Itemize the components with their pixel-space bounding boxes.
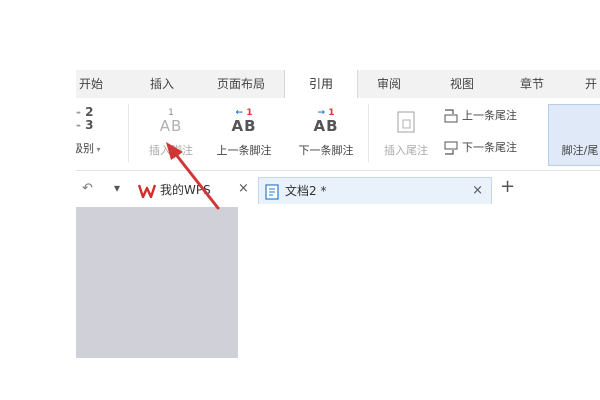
footnote-endnote-button[interactable]: 脚注/尾 [550, 98, 600, 170]
tab-my-wps-label: 我的WPS [160, 183, 211, 197]
prev-footnote-icon: ← 1 AB [231, 108, 257, 135]
document-icon [265, 183, 279, 200]
next-footnote-label: 下一条脚注 [298, 144, 354, 157]
footnote-endnote-icon [550, 108, 600, 136]
tab-page-layout[interactable]: 页面布局 [201, 70, 281, 98]
prev-endnote-button[interactable]: 上一条尾注 [444, 106, 517, 126]
level-icon: - 2 - 3 [76, 105, 94, 132]
next-footnote-icon: → 1 AB [313, 108, 339, 135]
prev-endnote-icon [444, 109, 458, 123]
insert-endnote-button[interactable]: 插入尾注 [374, 98, 438, 170]
insert-footnote-button[interactable]: 1 AB 插入脚注 [136, 98, 206, 170]
menu-tab-bar: 开始 插入 页面布局 引用 审阅 视图 章节 开 [76, 70, 600, 98]
close-icon[interactable]: × [472, 178, 483, 204]
ribbon: - 2 - 3 级别 ▾ 1 AB 插入脚注 ← 1 AB 上一条脚注 → 1 … [76, 98, 600, 171]
tab-view[interactable]: 视图 [434, 70, 490, 98]
tab-references[interactable]: 引用 [284, 70, 358, 98]
next-endnote-button[interactable]: 下一条尾注 [444, 138, 517, 158]
back-icon[interactable]: ↶ [82, 181, 93, 196]
next-footnote-button[interactable]: → 1 AB 下一条脚注 [290, 98, 362, 170]
prev-footnote-label: 上一条脚注 [216, 144, 272, 157]
tab-chapter[interactable]: 章节 [504, 70, 560, 98]
document-tab-bar: ↶ ▾ 我的WPS × 文档2 * × + [76, 171, 600, 207]
tab-my-wps[interactable]: 我的WPS [137, 177, 246, 203]
prev-footnote-button[interactable]: ← 1 AB 上一条脚注 [208, 98, 280, 170]
left-panel [76, 207, 238, 358]
tab-insert[interactable]: 插入 [136, 70, 188, 98]
insert-footnote-icon: 1 AB [159, 108, 183, 135]
tab-more[interactable]: 开 [576, 70, 600, 98]
wps-window: 开始 插入 页面布局 引用 审阅 视图 章节 开 - 2 - 3 级别 ▾ 1 … [76, 70, 600, 358]
insert-footnote-label: 插入脚注 [149, 144, 193, 157]
level-label: 级别 ▾ [76, 142, 101, 155]
tab-start[interactable]: 开始 [76, 70, 106, 98]
add-tab-icon[interactable]: + [500, 176, 515, 197]
close-icon[interactable]: × [238, 181, 249, 196]
insert-endnote-icon [374, 108, 438, 136]
insert-endnote-label: 插入尾注 [384, 144, 428, 157]
ribbon-separator [128, 104, 129, 162]
ribbon-separator [368, 104, 369, 162]
wps-logo-icon [137, 184, 157, 198]
tab-document-2[interactable]: 文档2 * × [258, 177, 492, 204]
footnote-endnote-label: 脚注/尾 [561, 144, 599, 157]
tab-review[interactable]: 审阅 [364, 70, 414, 98]
next-endnote-icon [444, 141, 458, 155]
chevron-down-icon[interactable]: ▾ [114, 181, 120, 195]
document-page[interactable] [238, 207, 600, 358]
level-button[interactable]: - 2 - 3 级别 ▾ [76, 98, 122, 170]
tab-document-2-label: 文档2 * [285, 184, 327, 198]
